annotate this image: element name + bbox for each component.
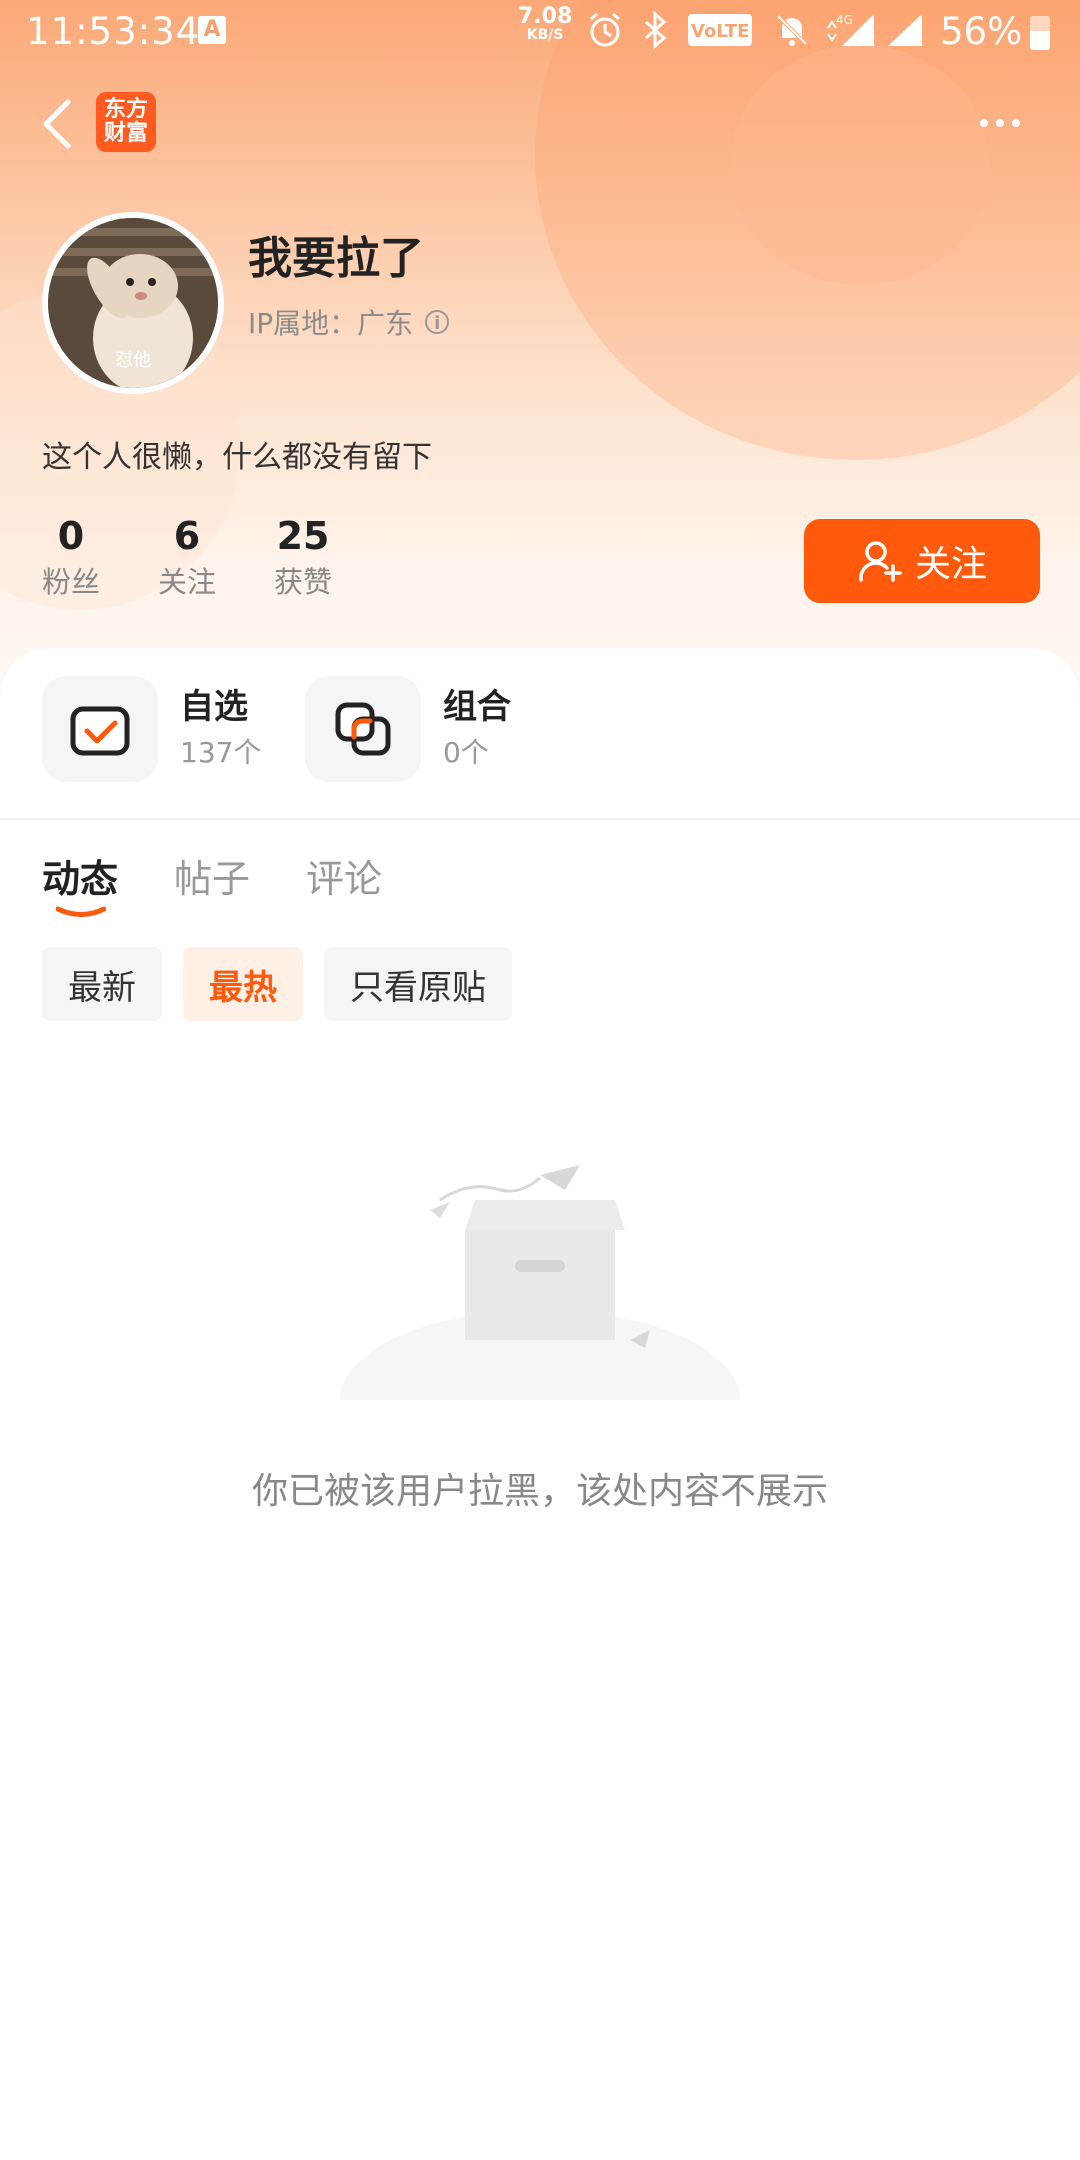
profile-bio: 这个人很懒，什么都没有留下: [42, 440, 432, 475]
section-divider: [0, 818, 1080, 820]
stat-value: 0: [57, 514, 85, 558]
username: 我要拉了: [248, 233, 424, 284]
more-options-icon[interactable]: [980, 112, 1034, 132]
battery-icon: [1030, 16, 1050, 50]
blocked-message: 你已被该用户拉黑，该处内容不展示: [251, 1471, 828, 1512]
app-logo-line2: 财富: [103, 121, 148, 146]
tab-label: 动态: [42, 857, 119, 901]
app-logo: 东方 财富: [96, 92, 156, 152]
follow-button[interactable]: 关注: [804, 519, 1040, 603]
volte-badge: VoLTE: [688, 14, 752, 46]
stat-label: 粉丝: [42, 565, 101, 599]
mute-bell-icon: [776, 14, 808, 46]
filter-chips: 最新 最热 只看原贴: [42, 947, 533, 1021]
avatar[interactable]: 怼他: [42, 212, 224, 394]
status-time: 11:53:34: [26, 10, 201, 53]
tab-label: 帖子: [174, 857, 251, 901]
active-tab-indicator: [56, 906, 106, 917]
portfolio-icon: [305, 676, 421, 782]
shortcut-watchlist[interactable]: 自选 137个: [42, 676, 261, 782]
stat-value: 6: [173, 514, 201, 558]
tab-comments[interactable]: 评论: [306, 848, 382, 903]
shortcut-portfolio[interactable]: 组合 0个: [305, 676, 511, 782]
avatar-caption: 怼他: [115, 350, 151, 371]
ip-location-row: IP属地：广东 i: [248, 302, 450, 342]
stat-fans[interactable]: 0 粉丝: [42, 512, 100, 604]
tab-posts[interactable]: 帖子: [174, 848, 250, 903]
ip-location: IP属地：广东: [248, 307, 414, 340]
content-tabs: 动态 帖子 评论: [42, 848, 438, 917]
profile-stats: 0 粉丝 6 关注 25 获赞: [42, 512, 390, 604]
bluetooth-icon: [645, 10, 667, 50]
signal-4g-icon: 4G: [827, 13, 874, 46]
battery-percent: 56%: [940, 10, 1023, 53]
status-bar: 11:53:34 A 7.08 KB/S VoLTE 4G 56%: [0, 0, 1080, 64]
add-user-icon: [859, 541, 902, 582]
tab-label: 评论: [306, 857, 383, 901]
stat-value: 25: [276, 514, 330, 558]
stat-label: 关注: [158, 565, 217, 599]
network-type-label: 4G: [836, 13, 853, 27]
app-logo-line1: 东方: [103, 97, 148, 122]
empty-box-illustration: [340, 1165, 740, 1400]
watchlist-icon: [42, 676, 158, 782]
alarm-icon: [590, 12, 620, 47]
shortcut-count: 137个: [180, 736, 262, 769]
notification-a-icon: A: [198, 16, 226, 44]
info-icon[interactable]: i: [425, 310, 450, 334]
stat-likes[interactable]: 25 获赞: [274, 512, 332, 604]
shortcut-title: 组合: [443, 687, 511, 727]
decorative-circle: [730, 45, 990, 285]
tab-dynamics[interactable]: 动态: [42, 848, 119, 917]
filter-original-only[interactable]: 只看原贴: [324, 947, 512, 1021]
shortcut-title: 自选: [180, 687, 248, 727]
stat-following[interactable]: 6 关注: [158, 512, 216, 604]
signal-strength-icon: [888, 14, 922, 46]
follow-button-label: 关注: [914, 544, 987, 585]
shortcut-count: 0个: [443, 736, 489, 769]
back-arrow-icon[interactable]: [38, 96, 78, 152]
filter-latest[interactable]: 最新: [42, 947, 162, 1021]
filter-hottest[interactable]: 最热: [183, 947, 303, 1021]
stat-label: 获赞: [274, 565, 333, 599]
network-speed: 7.08 KB/S: [518, 6, 572, 44]
